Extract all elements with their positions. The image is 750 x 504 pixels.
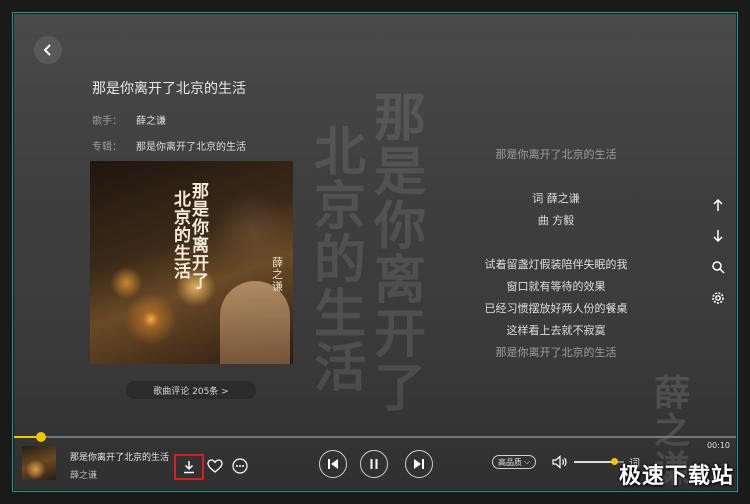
lyric-line: 窗口就有等待的效果 xyxy=(506,280,606,293)
more-button[interactable] xyxy=(232,458,248,474)
settings-button[interactable] xyxy=(707,287,729,309)
cover-artist-signature: 薛之谦 xyxy=(272,256,283,293)
cover-title-col2: 北京的生活 xyxy=(174,190,191,282)
singer-row: 歌手： 薛之谦 xyxy=(92,112,166,127)
lyric-line: 那是你离开了北京的生活 xyxy=(495,346,617,359)
progress-knob[interactable] xyxy=(36,432,47,442)
lyric-up-button[interactable] xyxy=(707,194,729,216)
search-icon xyxy=(712,261,725,274)
album-label: 专辑： xyxy=(92,142,122,153)
next-button[interactable] xyxy=(405,450,433,478)
volume-slider[interactable] xyxy=(574,458,624,465)
gear-icon xyxy=(712,292,724,304)
pause-button[interactable] xyxy=(360,450,388,478)
background-calligraphy: 那是你离开了 xyxy=(374,88,427,419)
next-icon xyxy=(414,459,424,469)
cover-title-col1: 那是你离开了 xyxy=(192,182,209,292)
lyric-line: 已经习惯摆放好两人份的餐桌 xyxy=(484,302,628,315)
arrow-up-icon xyxy=(713,198,723,211)
now-playing-title[interactable]: 那是你离开了北京的生活 xyxy=(70,450,169,463)
cover-figure xyxy=(220,281,290,364)
background-calligraphy: 北京的生活 xyxy=(314,122,367,399)
volume-icon xyxy=(552,455,567,469)
elapsed-time: 00:10 xyxy=(706,441,730,450)
quality-label: 高品质 xyxy=(497,457,522,467)
volume-button[interactable] xyxy=(552,455,568,469)
lyric-line: 那是你离开了北京的生活 xyxy=(495,148,617,161)
pause-icon xyxy=(370,459,378,469)
lyric-down-button[interactable] xyxy=(707,225,729,247)
previous-button[interactable] xyxy=(319,450,347,478)
more-icon xyxy=(232,458,248,474)
lyric-line: 词 薛之谦 xyxy=(532,192,580,205)
now-playing-cover[interactable] xyxy=(22,446,56,480)
player-window: 那是你离开了 北京的生活 薛之谦 那是你离开了北京的生活 歌手： 薛之谦 专辑：那… xyxy=(14,14,736,490)
heart-icon xyxy=(207,459,223,473)
comments-button[interactable]: 歌曲评论 205条 > xyxy=(126,381,256,399)
download-icon xyxy=(184,461,194,474)
lyric-line: 这样看上去就不寂寞 xyxy=(506,324,606,337)
prev-icon xyxy=(328,459,338,469)
arrow-down-icon xyxy=(713,230,723,243)
quality-selector[interactable]: 高品质 ⌵ xyxy=(492,455,536,469)
side-toolbar xyxy=(707,194,729,318)
back-button[interactable] xyxy=(34,36,62,64)
album-cover: 那是你离开了 北京的生活 薛之谦 xyxy=(90,161,293,364)
volume-fill xyxy=(574,461,614,463)
chevron-down-icon: ⌵ xyxy=(523,457,531,466)
back-arrow-icon xyxy=(43,44,51,56)
search-button[interactable] xyxy=(707,256,729,278)
song-title: 那是你离开了北京的生活 xyxy=(92,81,246,97)
lyrics-panel: 那是你离开了北京的生活 词 薛之谦 曲 方毅 试着留盏灯假装陪伴失眠的我 窗口就… xyxy=(446,144,666,364)
album-row: 专辑： 那是你离开了北京的生活 xyxy=(92,138,246,153)
site-watermark: 极速下载站 xyxy=(618,464,734,489)
now-playing-artist[interactable]: 薛之谦 xyxy=(70,468,97,481)
album-link[interactable]: 那是你离开了北京的生活 xyxy=(136,142,246,153)
singer-link[interactable]: 薛之谦 xyxy=(136,116,166,127)
lyric-line: 试着留盏灯假装陪伴失眠的我 xyxy=(484,258,628,271)
lyric-line: 曲 方毅 xyxy=(537,214,575,227)
favorite-button[interactable] xyxy=(207,459,223,473)
volume-knob[interactable] xyxy=(611,458,618,465)
progress-bar[interactable] xyxy=(14,432,736,442)
singer-label: 歌手： xyxy=(92,116,122,127)
download-button[interactable] xyxy=(174,454,204,480)
